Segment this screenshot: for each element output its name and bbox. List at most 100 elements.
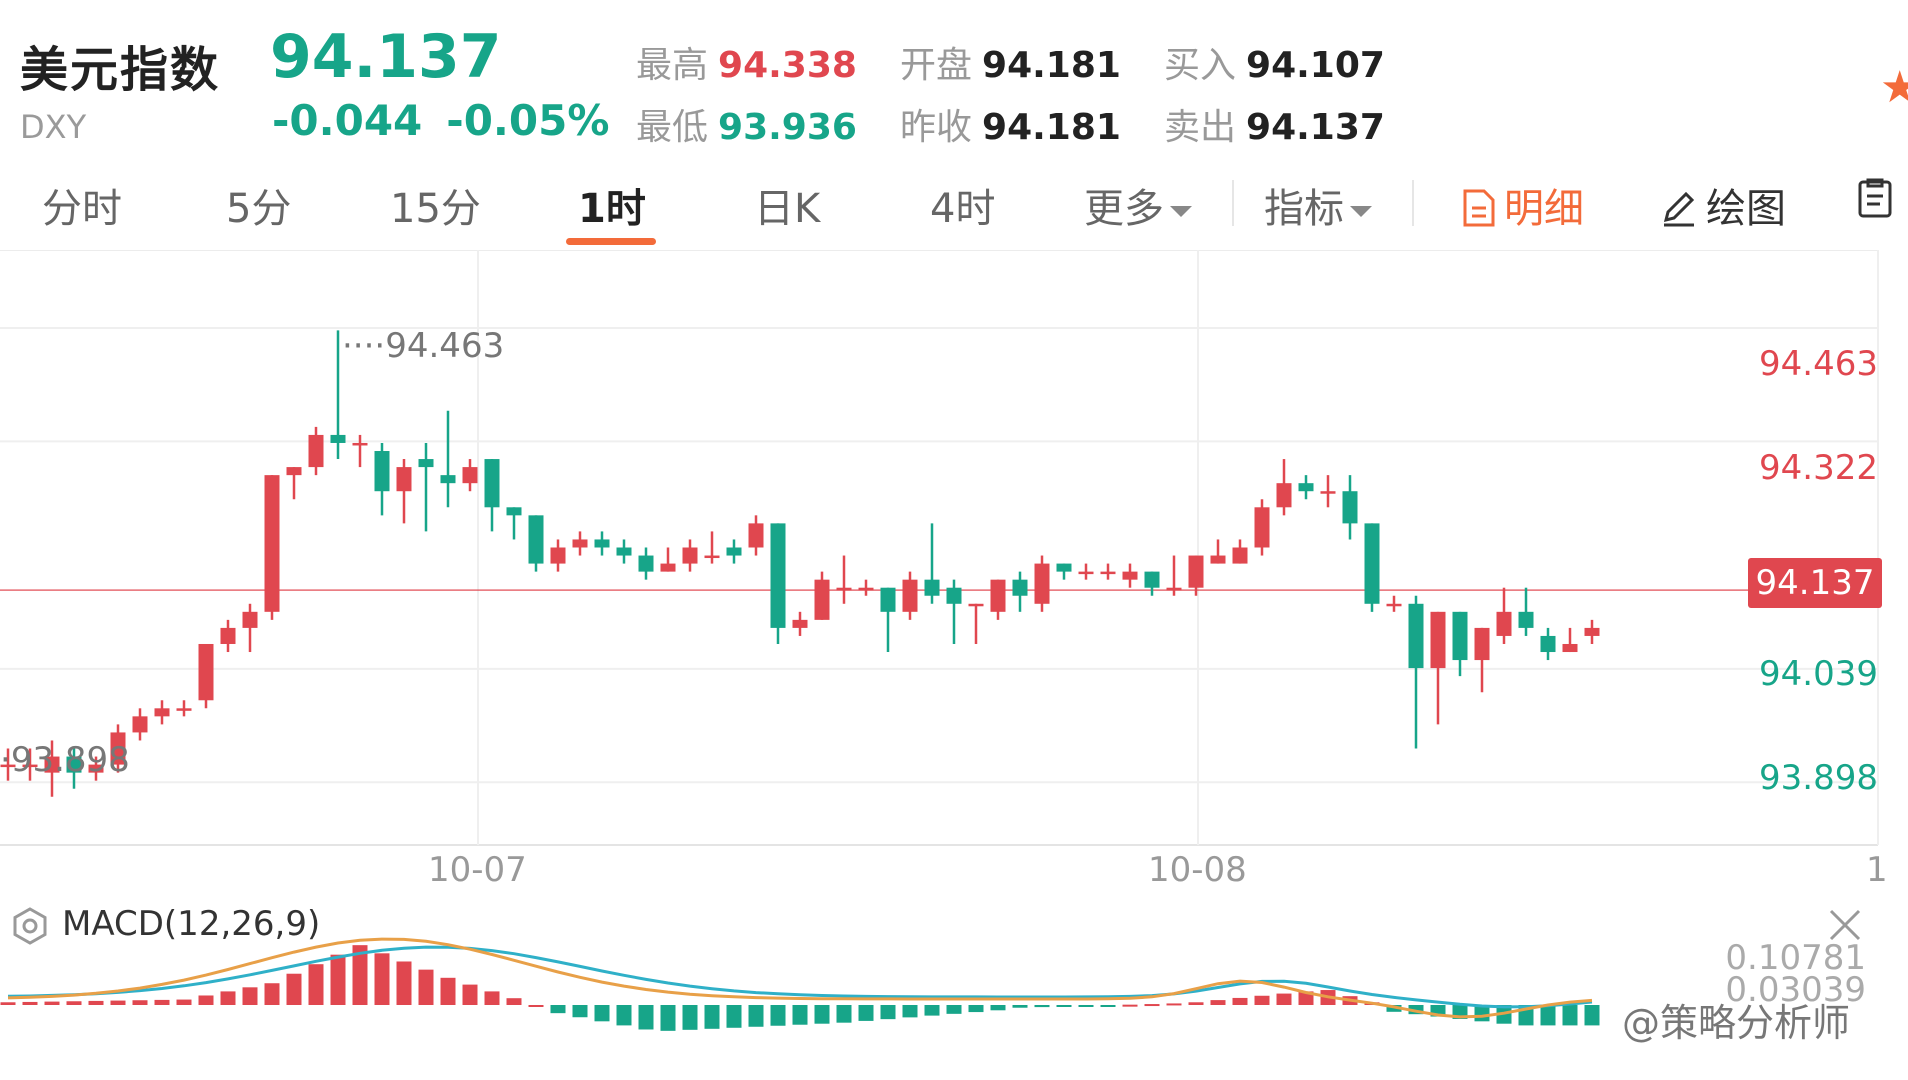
stat-low: 最低 93.936	[636, 98, 857, 150]
stat-open: 开盘 94.181	[900, 36, 1121, 88]
candle-body	[484, 459, 500, 508]
candle-body	[1452, 611, 1468, 661]
candle-body	[682, 547, 698, 564]
candle-body	[1188, 555, 1204, 588]
candle-body	[1166, 587, 1182, 591]
macd-histogram-bar	[22, 1001, 38, 1005]
stat-ask: 卖出 94.137	[1164, 98, 1385, 150]
tab-5min[interactable]: 5分	[226, 176, 291, 234]
draw-button[interactable]: 绘图	[1660, 176, 1786, 234]
candle-body	[132, 716, 148, 733]
macd-histogram-bar	[1276, 993, 1292, 1005]
macd-histogram-bar	[484, 991, 500, 1005]
stat-prev-close-label: 昨收	[900, 107, 973, 148]
candle-body	[374, 451, 390, 492]
stat-low-value: 93.936	[718, 107, 857, 148]
tab-15min[interactable]: 15分	[390, 176, 481, 234]
tab-divider	[1412, 180, 1414, 226]
low-annotation-value: 93.898	[10, 740, 130, 780]
active-tab-indicator	[566, 238, 656, 245]
candle-body	[352, 442, 368, 446]
macd-histogram-bar	[66, 1001, 82, 1005]
macd-histogram-bar	[1056, 1005, 1072, 1007]
settings-hexagon-icon[interactable]	[10, 906, 50, 946]
tab-indicator[interactable]: 指标	[1264, 176, 1372, 234]
macd-histogram-bar	[704, 1005, 720, 1029]
macd-histogram-bar	[748, 1005, 764, 1027]
candle-body	[1100, 571, 1116, 575]
stat-prev-close-value: 94.181	[982, 107, 1121, 148]
stat-high-label: 最高	[636, 45, 709, 86]
high-annotation-value: 94.463	[385, 326, 505, 366]
candle-body	[946, 587, 962, 604]
price-change: -0.044 -0.05%	[272, 96, 633, 145]
tab-divider	[1232, 180, 1234, 226]
macd-histogram-bar	[550, 1005, 566, 1014]
detail-button[interactable]: 明细	[1462, 176, 1584, 234]
candle-body	[858, 587, 874, 591]
candle-body	[770, 523, 786, 628]
price-axis-label: 94.322	[1759, 448, 1878, 488]
macd-histogram-bar	[770, 1005, 786, 1026]
tab-more[interactable]: 更多	[1084, 176, 1192, 234]
macd-histogram-bar	[924, 1005, 940, 1016]
macd-histogram-bar	[110, 1000, 126, 1005]
candle-body	[506, 507, 522, 516]
macd-histogram-bar	[616, 1005, 632, 1026]
high-annotation: ····94.463	[342, 326, 505, 366]
candle-body	[1364, 523, 1380, 604]
candle-body	[1078, 571, 1094, 575]
notes-button[interactable]	[1856, 176, 1896, 222]
candle-body	[792, 619, 808, 628]
macd-histogram-bar	[572, 1005, 588, 1018]
macd-histogram-bar	[330, 954, 346, 1005]
tab-daily[interactable]: 日K	[754, 176, 820, 234]
candle-body	[264, 475, 280, 612]
candle-body	[528, 515, 544, 564]
candle-body	[1540, 635, 1556, 653]
tab-fenshi[interactable]: 分时	[42, 176, 122, 234]
candle-body	[594, 539, 610, 548]
date-label: 10-08	[1148, 850, 1247, 890]
macd-histogram-bar	[154, 999, 170, 1005]
macd-histogram-bar	[1012, 1005, 1028, 1008]
tab-4hour[interactable]: 4时	[930, 176, 995, 234]
macd-histogram-bar	[440, 977, 456, 1005]
close-icon[interactable]	[1828, 908, 1862, 942]
candle-body	[1232, 547, 1248, 564]
stat-open-value: 94.181	[982, 45, 1121, 86]
macd-histogram-bar	[176, 999, 192, 1005]
macd-histogram-bar	[374, 953, 390, 1005]
candle-body	[1276, 483, 1292, 508]
candle-body	[880, 587, 896, 612]
price-axis-label: 94.039	[1759, 654, 1878, 694]
candle-body	[308, 434, 324, 468]
candle-body	[418, 459, 434, 468]
stat-bid: 买入 94.107	[1164, 36, 1385, 88]
chevron-down-icon	[1350, 205, 1372, 217]
favorite-star-icon[interactable]: ★	[1880, 66, 1908, 110]
macd-histogram-bar	[1540, 1005, 1556, 1026]
macd-histogram-bar	[814, 1005, 830, 1024]
pencil-icon	[1663, 191, 1695, 227]
candle-body	[704, 555, 720, 559]
tab-indicator-label: 指标	[1264, 186, 1344, 232]
macd-histogram-bar	[1562, 1005, 1578, 1026]
tab-1hour[interactable]: 1时	[578, 176, 646, 234]
candle-body	[1562, 643, 1578, 653]
macd-histogram-bar	[1166, 1003, 1182, 1006]
macd-histogram-bar	[506, 998, 522, 1005]
last-price: 94.137	[270, 22, 502, 92]
period-tab-bar: 分时 5分 15分 1时 日K 4时 更多 指标 明细 绘图	[0, 168, 1908, 250]
candle-body	[1012, 579, 1028, 596]
macd-histogram-bar	[198, 995, 214, 1005]
candle-body	[1342, 491, 1358, 524]
instrument-name: 美元指数	[20, 42, 221, 98]
candle-body	[1298, 483, 1314, 492]
macd-histogram-bar	[594, 1005, 610, 1022]
macd-histogram-bar	[1034, 1005, 1050, 1008]
candle-body	[550, 547, 566, 564]
candle-body	[1210, 555, 1226, 564]
date-label: 1	[1866, 850, 1888, 890]
stat-high: 最高 94.338	[636, 36, 857, 88]
